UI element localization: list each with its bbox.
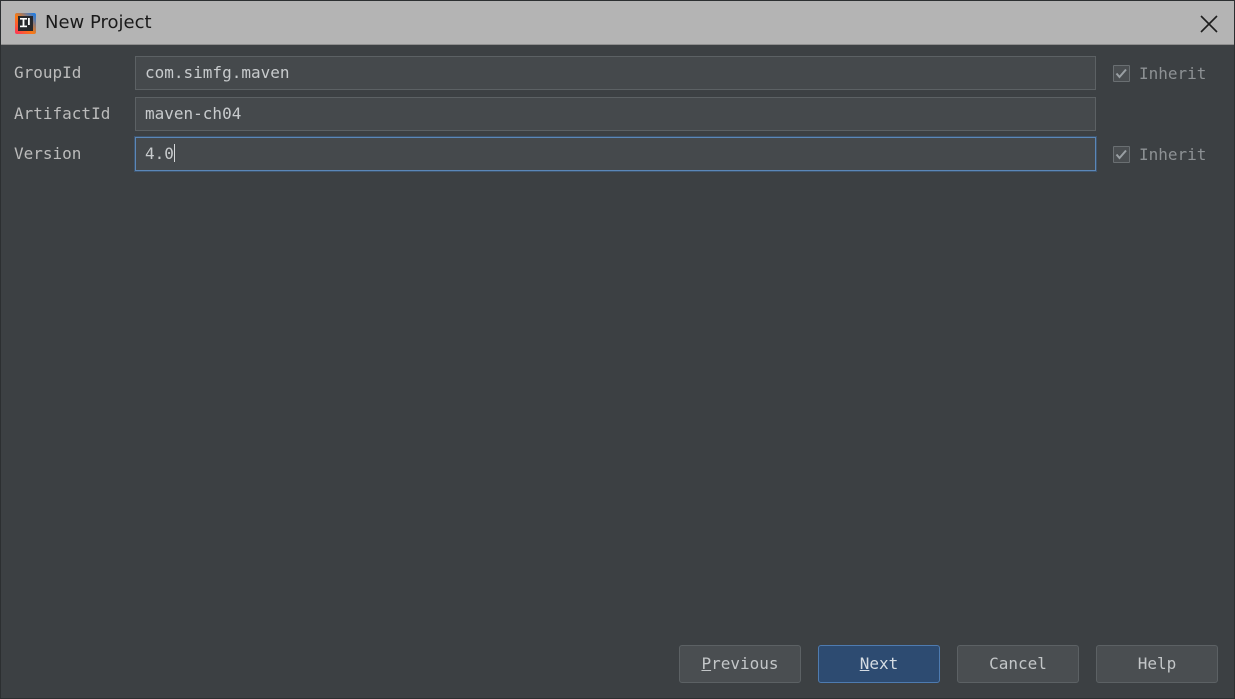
form-row-version: Version 4.0 Inherit bbox=[1, 137, 1234, 171]
next-button-mnemonic: N bbox=[859, 654, 870, 673]
form-row-groupid: GroupId com.simfg.maven Inherit bbox=[1, 56, 1234, 90]
version-label: Version bbox=[14, 144, 82, 163]
intellij-idea-icon bbox=[15, 13, 36, 34]
text-caret bbox=[173, 144, 175, 162]
cancel-button[interactable]: Cancel bbox=[957, 645, 1079, 683]
title-bar: New Project bbox=[1, 1, 1234, 45]
new-project-dialog: New Project GroupId com.simfg.maven Inhe… bbox=[0, 0, 1235, 699]
previous-button-mnemonic: P bbox=[701, 654, 712, 673]
previous-button[interactable]: Previous bbox=[679, 645, 801, 683]
groupid-inherit-checkbox[interactable]: Inherit bbox=[1113, 56, 1206, 90]
next-button[interactable]: Next bbox=[818, 645, 940, 683]
groupid-input[interactable]: com.simfg.maven bbox=[135, 56, 1096, 90]
close-icon[interactable] bbox=[1188, 3, 1230, 43]
help-button[interactable]: Help bbox=[1096, 645, 1218, 683]
checkmark-icon bbox=[1113, 64, 1130, 82]
groupid-label: GroupId bbox=[14, 63, 82, 82]
version-input[interactable]: 4.0 bbox=[135, 137, 1096, 171]
version-inherit-checkbox[interactable]: Inherit bbox=[1113, 137, 1206, 171]
version-inherit-label: Inherit bbox=[1139, 144, 1207, 164]
form-row-artifactid: ArtifactId maven-ch04 bbox=[1, 97, 1234, 131]
window-title: New Project bbox=[45, 12, 152, 33]
version-value: 4.0 bbox=[145, 144, 174, 163]
groupid-value: com.simfg.maven bbox=[145, 63, 290, 82]
artifactid-input[interactable]: maven-ch04 bbox=[135, 97, 1096, 131]
groupid-inherit-label: Inherit bbox=[1139, 63, 1207, 83]
dialog-button-bar: Previous Next Cancel Help bbox=[1, 645, 1234, 685]
cancel-button-label: Cancel bbox=[989, 654, 1047, 673]
help-button-label: Help bbox=[1137, 654, 1177, 673]
previous-button-label: revious bbox=[711, 654, 779, 673]
next-button-label: ext bbox=[869, 654, 899, 673]
checkmark-icon bbox=[1113, 145, 1130, 163]
artifactid-value: maven-ch04 bbox=[145, 104, 242, 123]
artifactid-label: ArtifactId bbox=[14, 104, 111, 123]
